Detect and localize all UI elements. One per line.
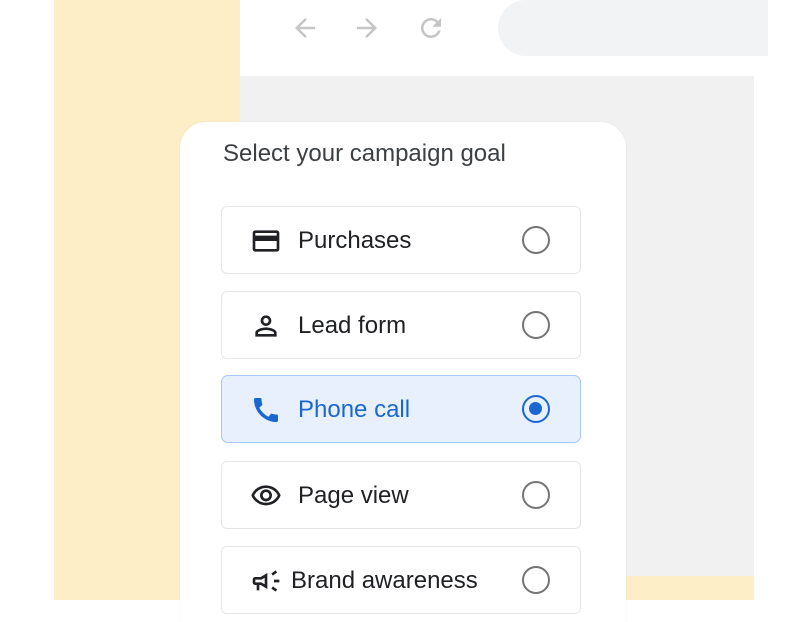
radio-dot — [529, 402, 542, 415]
back-button[interactable] — [289, 12, 321, 44]
arrow-forward-icon — [357, 18, 377, 38]
person-icon — [250, 312, 282, 340]
option-label: Page view — [298, 482, 409, 509]
option-label: Phone call — [298, 396, 411, 423]
option-label: Purchases — [298, 227, 412, 254]
option-brand-awareness[interactable]: Brand awareness — [221, 546, 581, 614]
credit-card-icon — [250, 227, 282, 255]
megaphone-icon — [250, 567, 282, 595]
option-phone-call[interactable]: Phone call — [221, 375, 581, 443]
option-label: Lead form — [298, 312, 407, 339]
reload-icon — [421, 18, 441, 38]
arrow-back-icon — [295, 18, 315, 38]
radio-button[interactable] — [522, 311, 550, 339]
radio-button-selected[interactable] — [522, 395, 550, 423]
card-title: Select your campaign goal — [223, 140, 506, 167]
option-lead-form[interactable]: Lead form — [221, 291, 581, 359]
option-purchases[interactable]: Purchases — [221, 206, 581, 274]
eye-icon — [250, 482, 282, 510]
option-page-view[interactable]: Page view — [221, 461, 581, 529]
reload-button[interactable] — [415, 12, 447, 44]
phone-icon — [250, 396, 282, 424]
radio-button[interactable] — [522, 481, 550, 509]
radio-button[interactable] — [522, 226, 550, 254]
option-label: Brand awareness — [291, 567, 478, 594]
campaign-goal-card: Select your campaign goal Purchases Lead… — [180, 122, 626, 622]
address-bar[interactable] — [498, 0, 768, 56]
forward-button[interactable] — [351, 12, 383, 44]
browser-toolbar — [240, 0, 768, 76]
radio-button[interactable] — [522, 566, 550, 594]
